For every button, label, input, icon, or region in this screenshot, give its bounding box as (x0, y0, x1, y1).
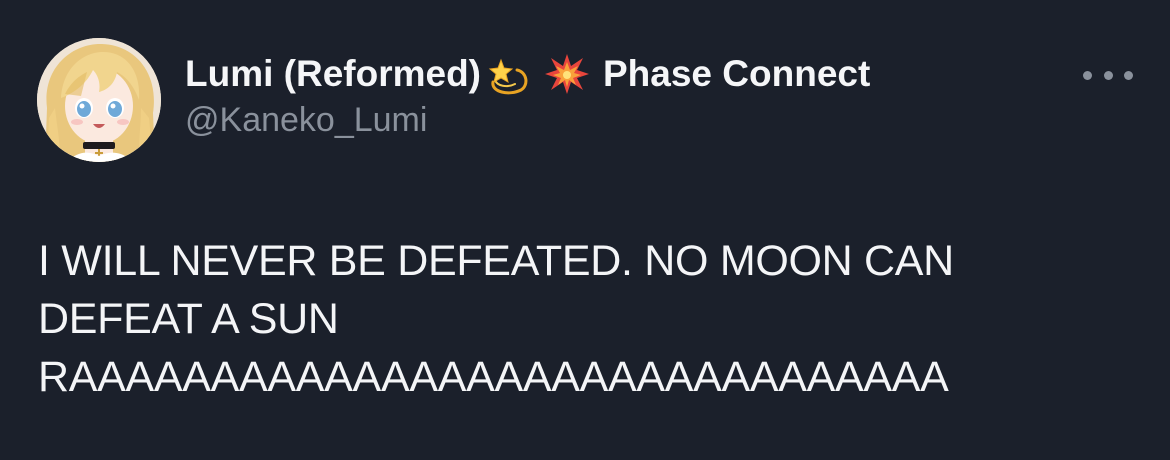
avatar[interactable] (37, 38, 161, 162)
author-handle[interactable]: @Kaneko_Lumi (185, 100, 870, 140)
more-dot (1103, 70, 1113, 80)
tweet-text: I WILL NEVER BE DEFEATED. NO MOON CAN DE… (38, 232, 1128, 406)
author-affiliation[interactable]: Phase Connect (603, 52, 870, 96)
author-display-name[interactable]: Lumi (Reformed) (185, 52, 481, 96)
tweet-text-line: RAAAAAAAAAAAAAAAAAAAAAAAAAAAAAAA (38, 353, 949, 401)
author-name-row[interactable]: Lumi (Reformed) Phase Connect (185, 52, 870, 96)
avatar-image (37, 38, 161, 162)
tweet-header: Lumi (Reformed) Phase Connect @Kaneko_Lu… (185, 52, 870, 140)
more-dot (1124, 70, 1133, 80)
tweet-text-line: DEFEAT A SUN (38, 295, 339, 343)
tweet-text-line: I WILL NEVER BE DEFEATED. NO MOON CAN (38, 237, 954, 285)
more-dot (1083, 70, 1092, 80)
collision-icon (545, 52, 589, 96)
more-options-icon[interactable] (1083, 64, 1133, 86)
dizzy-star-icon (487, 52, 531, 96)
